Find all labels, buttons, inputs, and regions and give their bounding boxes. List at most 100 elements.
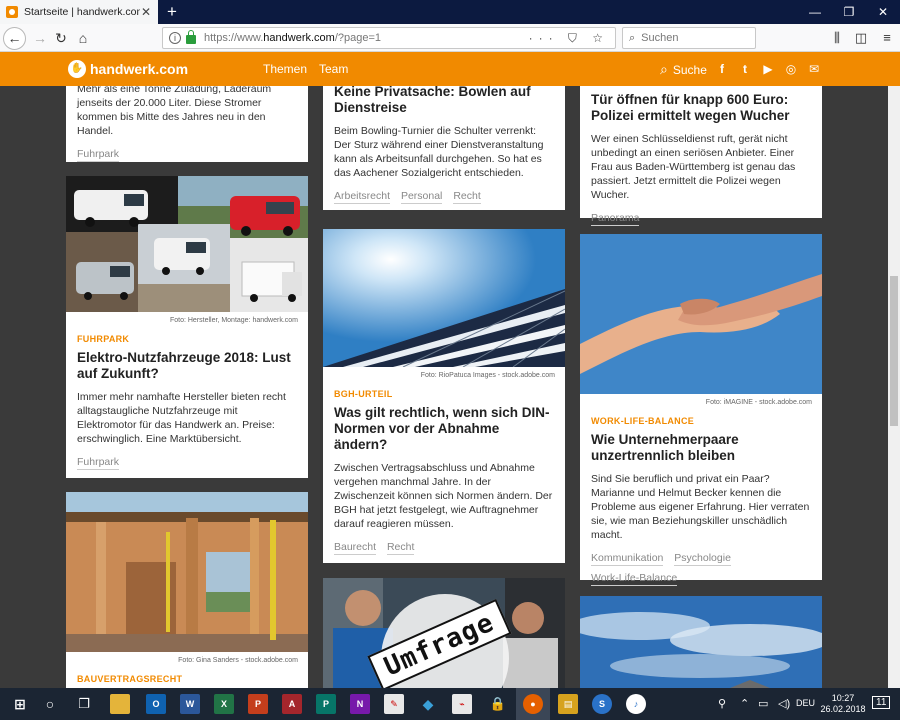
photo-credit: Foto: Hersteller, Montage: handwerk.com [169, 317, 298, 324]
maximize-window-icon[interactable]: ❐ [832, 0, 866, 24]
word-icon[interactable]: W [180, 694, 200, 714]
scrollbar-thumb[interactable] [890, 276, 898, 426]
tag-link[interactable]: Work-Life-Balance [591, 572, 678, 586]
library-icon[interactable]: ⫼ [826, 28, 848, 48]
outlook-icon[interactable]: O [146, 694, 166, 714]
photo-credit: Foto: RioPatuca Images - stock.adobe.com [420, 372, 555, 379]
tag-link[interactable]: Personal [400, 190, 443, 204]
home-button[interactable]: ⌂ [72, 27, 94, 49]
publisher-icon[interactable]: P [316, 694, 336, 714]
instagram-icon[interactable]: ◎ [783, 62, 799, 76]
article-kicker: Fuhrpark [77, 334, 130, 344]
cortana-icon[interactable]: ○ [40, 694, 60, 714]
article-card-unternehmerpaare[interactable]: Foto: iMAGINE - stock.adobe.com Work-Lif… [580, 234, 822, 586]
onenote-icon[interactable]: N [350, 694, 370, 714]
site-search-link[interactable]: ⌕ Suche [660, 61, 707, 78]
browser-search-field[interactable]: ⌕ Suchen [622, 27, 756, 49]
article-card-bauvertragsrecht[interactable]: Foto: Gina Sanders - stock.adobe.com Bau… [66, 492, 308, 688]
tag-link[interactable]: Fuhrpark [77, 148, 120, 162]
excel-icon[interactable]: X [214, 694, 234, 714]
sync-app-icon[interactable]: S [592, 694, 612, 714]
forward-button[interactable]: → [29, 27, 51, 49]
secure-lock-icon [186, 29, 196, 44]
facebook-icon[interactable]: f [714, 62, 730, 76]
file-explorer-icon[interactable] [110, 694, 130, 714]
article-card-electric-vans-teaser[interactable]: Mehr als eine Tonne Zuladung, Laderaum j… [66, 86, 308, 162]
article-headline[interactable]: Keine Privatsache: Bowlen auf Dienstreis… [334, 86, 554, 116]
menu-hamburger-icon[interactable]: ≡ [876, 28, 898, 48]
youtube-icon[interactable]: ▶ [760, 62, 776, 76]
close-tab-icon[interactable]: ✕ [140, 5, 152, 19]
language-indicator[interactable]: DEU [796, 698, 815, 708]
article-grid: Mehr als eine Tonne Zuladung, Laderaum j… [0, 86, 888, 688]
site-info-icon[interactable]: i [169, 32, 181, 44]
article-teaser: Beim Bowling-Turnier die Schulter verren… [334, 125, 544, 179]
article-card-elektro-nutzfahrzeuge[interactable]: Foto: Hersteller, Montage: handwerk.com … [66, 176, 308, 478]
notepad-app-icon[interactable]: ✎ [384, 694, 404, 714]
article-card-din-normen[interactable]: Foto: RioPatuca Images - stock.adobe.com… [323, 229, 565, 563]
volume-icon[interactable]: ◁) [778, 697, 790, 710]
twitter-icon[interactable]: t [737, 62, 753, 76]
article-card-schluesseldienst[interactable]: Tür öffnen für knapp 600 Euro: Polizei e… [580, 86, 822, 226]
tag-link[interactable]: Arbeitsrecht [334, 190, 391, 204]
clock-time: 10:27 [831, 693, 855, 703]
article-headline[interactable]: Tür öffnen für knapp 600 Euro: Polizei e… [591, 92, 811, 124]
sidebar-icon[interactable]: ◫ [850, 28, 872, 48]
system-clock[interactable]: 10:27 26.02.2018 [820, 693, 866, 715]
access-icon[interactable]: A [282, 694, 302, 714]
article-headline[interactable]: Wie Unternehmerpaare unzertrennlich blei… [591, 432, 811, 464]
article-image-holding-hands: Foto: iMAGINE - stock.adobe.com [580, 234, 822, 406]
tag-link[interactable]: Kommunikation [591, 552, 664, 566]
search-placeholder: Suchen [641, 32, 679, 44]
article-teaser: Zwischen Vertragsabschluss und Abnahme v… [334, 462, 553, 530]
app-diamond-icon[interactable]: ◆ [418, 694, 438, 714]
url-bar[interactable]: i https://www. handwerk.com/?page=1 ··· ⛉… [162, 27, 616, 49]
files-app-icon[interactable]: ▤ [558, 694, 578, 714]
url-prefix: https://www. [204, 32, 264, 44]
tag-link[interactable]: Panorama [591, 212, 640, 226]
article-card-umfrage[interactable]: Umfrage [323, 578, 565, 688]
back-button[interactable]: ← [3, 27, 26, 50]
clock-date: 26.02.2018 [820, 704, 866, 714]
browser-tab-active[interactable]: Startseite | handwerk.com – die ✕ [0, 0, 158, 24]
notification-center-icon[interactable]: 11 [872, 696, 891, 709]
site-header: ✋ handwerk.com Themen Team ⌕ Suche f t ▶… [0, 52, 900, 86]
page-scrollbar[interactable] [888, 86, 900, 688]
tag-link[interactable]: Recht [386, 541, 415, 555]
article-image-construction: Foto: Gina Sanders - stock.adobe.com [66, 492, 308, 664]
photo-credit: Foto: Gina Sanders - stock.adobe.com [178, 657, 298, 664]
tag-link[interactable]: Baurecht [334, 541, 377, 555]
article-headline[interactable]: Elektro-Nutzfahrzeuge 2018: Lust auf Zuk… [77, 350, 297, 382]
reload-button[interactable]: ↻ [50, 27, 72, 49]
lock-app-icon[interactable]: 🔒 [488, 694, 508, 714]
new-tab-button[interactable]: + [162, 2, 182, 22]
article-card-bowlen-dienstreise[interactable]: Keine Privatsache: Bowlen auf Dienstreis… [323, 86, 565, 210]
nav-themen[interactable]: Themen [263, 62, 307, 76]
task-view-icon[interactable]: ❐ [74, 694, 94, 714]
acrobat-icon[interactable]: ⌁ [452, 694, 472, 714]
article-image-vans: Foto: Hersteller, Montage: handwerk.com [66, 176, 308, 324]
windows-start-icon[interactable]: ⊞ [10, 694, 30, 714]
site-logo[interactable]: ✋ handwerk.com [68, 60, 188, 78]
handwerk-favicon-icon [6, 6, 18, 18]
close-window-icon[interactable]: ✕ [866, 0, 900, 24]
page-actions-bookmark-icons[interactable]: ··· ⛉ ☆ [529, 31, 609, 46]
mail-icon[interactable]: ✉ [806, 62, 822, 76]
firefox-icon[interactable]: ● [523, 694, 543, 714]
article-headline[interactable]: Was gilt rechtlich, wenn sich DIN-Normen… [334, 405, 554, 453]
network-icon[interactable]: ▭ [758, 697, 768, 710]
tag-link[interactable]: Recht [453, 190, 481, 204]
article-card-sky[interactable] [580, 596, 822, 688]
browser-tab-bar: Startseite | handwerk.com – die ✕ + — ❐ … [0, 0, 900, 24]
powerpoint-icon[interactable]: P [248, 694, 268, 714]
tag-link[interactable]: Psychologie [674, 552, 731, 566]
tray-up-icon[interactable]: ⌃ [740, 697, 749, 710]
tag-link[interactable]: Fuhrpark [77, 456, 120, 470]
minimize-window-icon[interactable]: — [798, 0, 832, 24]
windows-taskbar: ⊞ ○ ❐ O W X P A P N ✎ ◆ ⌁ 🔒 ● ▤ S ♪ ⚲ ⌃ … [0, 688, 900, 720]
article-kicker: BGH-Urteil [334, 389, 393, 399]
nav-team[interactable]: Team [319, 62, 348, 76]
media-app-icon[interactable]: ♪ [626, 694, 646, 714]
article-kicker: Bauvertragsrecht [77, 674, 183, 684]
people-icon[interactable]: ⚲ [718, 697, 726, 710]
